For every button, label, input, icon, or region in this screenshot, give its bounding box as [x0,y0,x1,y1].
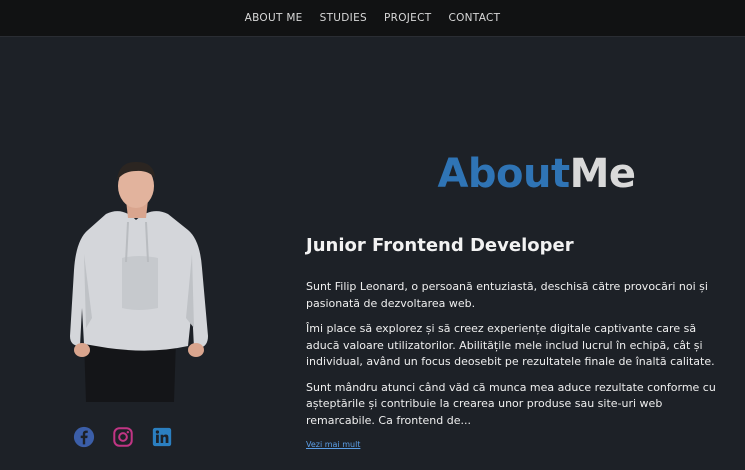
bio-paragraph: Îmi place să explorez și să creez experi… [306,322,715,368]
about-title: AboutMe [300,148,745,200]
instagram-icon[interactable] [112,426,134,448]
facebook-icon[interactable] [73,426,95,448]
nav-link-project[interactable]: PROJECT [384,12,431,24]
role-heading: Junior Frontend Developer [306,235,574,256]
social-links [73,426,178,448]
see-more-link[interactable]: Vezi mai mult [306,440,360,449]
linkedin-icon[interactable] [151,426,173,448]
nav-link-studies[interactable]: STUDIES [320,12,367,24]
nav-link-about-me[interactable]: ABOUT ME [245,12,303,24]
profile-photo [62,158,220,404]
bio-text: Sunt Filip Leonard, o persoană entuziast… [306,279,731,438]
nav-link-contact[interactable]: CONTACT [448,12,500,24]
about-title-part2: Me [569,151,636,197]
top-navbar: ABOUT ME STUDIES PROJECT CONTACT [0,0,745,37]
bio-paragraph: Sunt mândru atunci când văd că munca mea… [306,380,716,427]
about-title-part1: About [437,151,570,197]
bio-paragraph: Sunt Filip Leonard, o persoană entuziast… [306,280,708,310]
